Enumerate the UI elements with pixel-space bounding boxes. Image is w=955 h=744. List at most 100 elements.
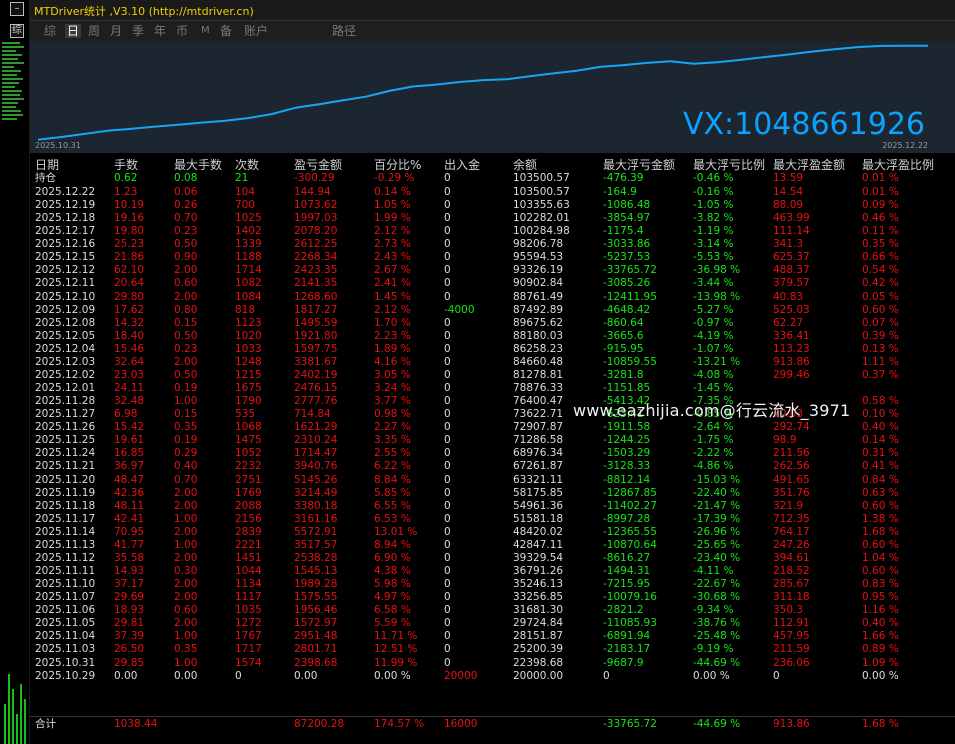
- total-row[interactable]: 合计 1038.44 87200.28 174.57 % 16000 -33765.72 -…: [30, 718, 955, 731]
- left-panel-button[interactable]: 综: [10, 24, 24, 38]
- cell-max-floating-profit: 525.03: [773, 303, 810, 316]
- table-row[interactable]: 2025.12.02 23.03 0.50 1215 2402.19 3.05 % 0 812…: [30, 369, 955, 382]
- tab-symbol[interactable]: 币: [176, 24, 188, 38]
- tab-yearly[interactable]: 年: [154, 24, 166, 38]
- table-row[interactable]: 2025.12.11 20.64 0.60 1082 2141.35 2.41 % 0 909…: [30, 277, 955, 290]
- table-row[interactable]: 2025.10.29 0.00 0.00 0 0.00 0.00 % 20000 20000.…: [30, 670, 955, 683]
- tab-weekly[interactable]: 周: [88, 24, 100, 38]
- table-row[interactable]: 2025.11.25 19.61 0.19 1475 2310.24 3.35 % 0 712…: [30, 434, 955, 447]
- cell-max-lots: 0.60: [174, 277, 198, 290]
- column-header-deposit-withdraw[interactable]: 出入金: [444, 158, 480, 172]
- title-bar[interactable]: MTDriver统计 ,V3.10 (http://mtdriver.cn): [30, 0, 955, 21]
- cell-deposit-withdraw: 0: [444, 382, 451, 395]
- table-row[interactable]: 2025.12.19 10.19 0.26 700 1073.62 1.05 % 0 1033…: [30, 199, 955, 212]
- cell-max-drawdown-pct: -0.97 %: [693, 316, 734, 329]
- table-row[interactable]: 2025.12.17 19.80 0.23 1402 2078.20 2.12 % 0 100…: [30, 225, 955, 238]
- cell-max-lots: 0.35: [174, 421, 198, 434]
- table-row[interactable]: 2025.11.14 70.95 2.00 2839 5572.91 13.01 % 0 48…: [30, 526, 955, 539]
- table-row[interactable]: 2025.12.18 19.16 0.70 1025 1997.03 1.99 % 0 102…: [30, 212, 955, 225]
- cell-date: 2025.12.09: [35, 303, 96, 316]
- column-header-balance[interactable]: 余额: [513, 158, 537, 172]
- cell-trades: 1188: [235, 251, 262, 264]
- table-row[interactable]: 2025.12.05 18.40 0.50 1020 1921.80 2.23 % 0 881…: [30, 330, 955, 343]
- column-header-max-floating-profit[interactable]: 最大浮盈金额: [773, 158, 845, 172]
- tab-magic[interactable]: M: [201, 24, 210, 38]
- cell-trades: 1033: [235, 342, 262, 355]
- holding-row[interactable]: 持仓 0.62 0.08 21 -300.29 -0.29 % 0 103500.57 -476…: [30, 172, 955, 185]
- tab-path[interactable]: 路径: [332, 24, 356, 38]
- table-row[interactable]: 2025.11.11 14.93 0.30 1044 1545.13 4.38 % 0 367…: [30, 565, 955, 578]
- cell-max-floating-profit-pct: 0.01 %: [862, 172, 899, 184]
- column-header-pnl[interactable]: 盈亏金额: [294, 158, 342, 172]
- table-row[interactable]: 2025.11.03 26.50 0.35 1717 2801.71 12.51 % 0 25…: [30, 643, 955, 656]
- column-header-max-floating-profit-pct[interactable]: 最大浮盈比例: [862, 158, 934, 172]
- cell-max-lots: 2.00: [174, 551, 198, 564]
- column-header-max-lots[interactable]: 最大手数: [174, 158, 222, 172]
- column-header-max-drawdown-pct[interactable]: 最大浮亏比例: [693, 158, 765, 172]
- table-row[interactable]: 2025.12.04 15.46 0.23 1033 1597.75 1.89 % 0 862…: [30, 343, 955, 356]
- table-row[interactable]: 2025.11.18 48.11 2.00 2088 3380.18 6.55 % 0 549…: [30, 500, 955, 513]
- cell-deposit-withdraw: 0: [444, 486, 451, 499]
- cell-max-drawdown-pct: -44.69 %: [693, 718, 741, 730]
- column-header-trades[interactable]: 次数: [235, 158, 259, 172]
- cell-pnl: 2078.20: [294, 225, 338, 238]
- cell-balance: 71286.58: [513, 434, 564, 447]
- table-row[interactable]: 2025.11.20 48.47 0.70 2751 5145.26 8.84 % 0 633…: [30, 474, 955, 487]
- cell-balance: 89675.62: [513, 316, 564, 329]
- cell-deposit-withdraw: 0: [444, 316, 451, 329]
- table-row[interactable]: 2025.11.17 42.41 1.00 2156 3161.16 6.53 % 0 515…: [30, 513, 955, 526]
- tab-summary[interactable]: 综: [44, 24, 56, 38]
- chart-overlay-text: VX:1048661926: [682, 107, 925, 142]
- cell-date: 2025.11.18: [35, 499, 96, 512]
- table-row[interactable]: 2025.12.09 17.62 0.80 818 1817.27 2.12 % -4000…: [30, 304, 955, 317]
- cell-deposit-withdraw: 0: [444, 643, 451, 656]
- cell-percent: 2.23 %: [374, 329, 411, 342]
- cell-lots: 24.11: [114, 382, 145, 395]
- table-row[interactable]: 2025.12.12 62.10 2.00 1714 2423.35 2.67 % 0 933…: [30, 264, 955, 277]
- table-row[interactable]: 2025.11.24 16.85 0.29 1052 1714.47 2.55 % 0 689…: [30, 447, 955, 460]
- table-row[interactable]: 2025.11.26 15.42 0.35 1068 1621.29 2.27 % 0 729…: [30, 421, 955, 434]
- cell-max-drawdown-pct: -22.40 %: [693, 486, 741, 499]
- cell-percent: 6.53 %: [374, 512, 411, 525]
- table-row[interactable]: 2025.11.05 29.81 2.00 1272 1572.97 5.59 % 0 297…: [30, 617, 955, 630]
- cell-pnl: 3517.57: [294, 538, 338, 551]
- table-row[interactable]: 2025.12.08 14.32 0.15 1123 1495.59 1.70 % 0 896…: [30, 317, 955, 330]
- tab-account[interactable]: 账户: [244, 24, 268, 38]
- column-header-lots[interactable]: 手数: [114, 158, 138, 172]
- table-row[interactable]: 2025.11.21 36.97 0.40 2232 3940.76 6.22 % 0 672…: [30, 460, 955, 473]
- table-row[interactable]: 2025.12.22 1.23 0.06 104 144.94 0.14 % 0 103500…: [30, 186, 955, 199]
- tab-monthly[interactable]: 月: [110, 24, 122, 38]
- table-row[interactable]: 2025.12.03 32.64 2.00 1248 3381.67 4.16 % 0 846…: [30, 356, 955, 369]
- table-row[interactable]: 2025.12.16 25.23 0.50 1339 2612.25 2.73 % 0 982…: [30, 238, 955, 251]
- table-row[interactable]: 2025.11.04 37.39 1.00 1767 2951.48 11.71 % 0 28…: [30, 630, 955, 643]
- cell-lots: 26.50: [114, 643, 145, 656]
- minimize-icon[interactable]: –: [10, 2, 24, 16]
- cell-percent: 0.98 %: [374, 408, 411, 421]
- table-row[interactable]: 2025.12.10 29.80 2.00 1084 1268.60 1.45 % 0 887…: [30, 291, 955, 304]
- tab-quarterly[interactable]: 季: [132, 24, 144, 38]
- table-row[interactable]: 2025.11.19 42.36 2.00 1769 3214.49 5.85 % 0 581…: [30, 487, 955, 500]
- table-row[interactable]: 2025.11.06 18.93 0.60 1035 1956.46 6.58 % 0 316…: [30, 604, 955, 617]
- cell-deposit-withdraw: 0: [444, 186, 451, 198]
- cell-balance: 88761.49: [513, 290, 564, 303]
- table-row[interactable]: 2025.11.10 37.17 2.00 1134 1989.28 5.98 % 0 352…: [30, 578, 955, 591]
- column-header-max-drawdown[interactable]: 最大浮亏金额: [603, 158, 675, 172]
- table-row[interactable]: 2025.12.01 24.11 0.19 1675 2476.15 3.24 % 0 788…: [30, 382, 955, 395]
- cell-max-drawdown: -8997.28: [603, 512, 651, 525]
- column-header-percent[interactable]: 百分比%: [374, 158, 421, 172]
- tab-notes[interactable]: 备: [220, 24, 232, 38]
- cell-balance: 22398.68: [513, 656, 564, 669]
- table-row[interactable]: 2025.11.07 29.69 2.00 1117 1575.55 4.97 % 0 332…: [30, 591, 955, 604]
- cell-date: 2025.11.14: [35, 525, 96, 538]
- table-row[interactable]: 2025.11.12 35.58 2.00 1451 2538.28 6.90 % 0 393…: [30, 552, 955, 565]
- cell-lots: 14.32: [114, 316, 145, 329]
- cell-balance: 51581.18: [513, 512, 564, 525]
- tab-daily[interactable]: 日: [65, 24, 82, 38]
- table-row[interactable]: 2025.12.15 21.86 0.90 1188 2268.34 2.43 % 0 955…: [30, 251, 955, 264]
- cell-percent: 0.00 %: [374, 669, 411, 682]
- column-header-date[interactable]: 日期: [35, 158, 59, 172]
- cell-max-drawdown-pct: 0.00 %: [693, 669, 730, 682]
- table-row[interactable]: 2025.11.13 41.77 1.00 2221 3517.57 8.94 % 0 428…: [30, 539, 955, 552]
- cell-percent: 6.58 %: [374, 604, 411, 617]
- table-row[interactable]: 2025.10.31 29.85 1.00 1574 2398.68 11.99 % 0 22…: [30, 657, 955, 670]
